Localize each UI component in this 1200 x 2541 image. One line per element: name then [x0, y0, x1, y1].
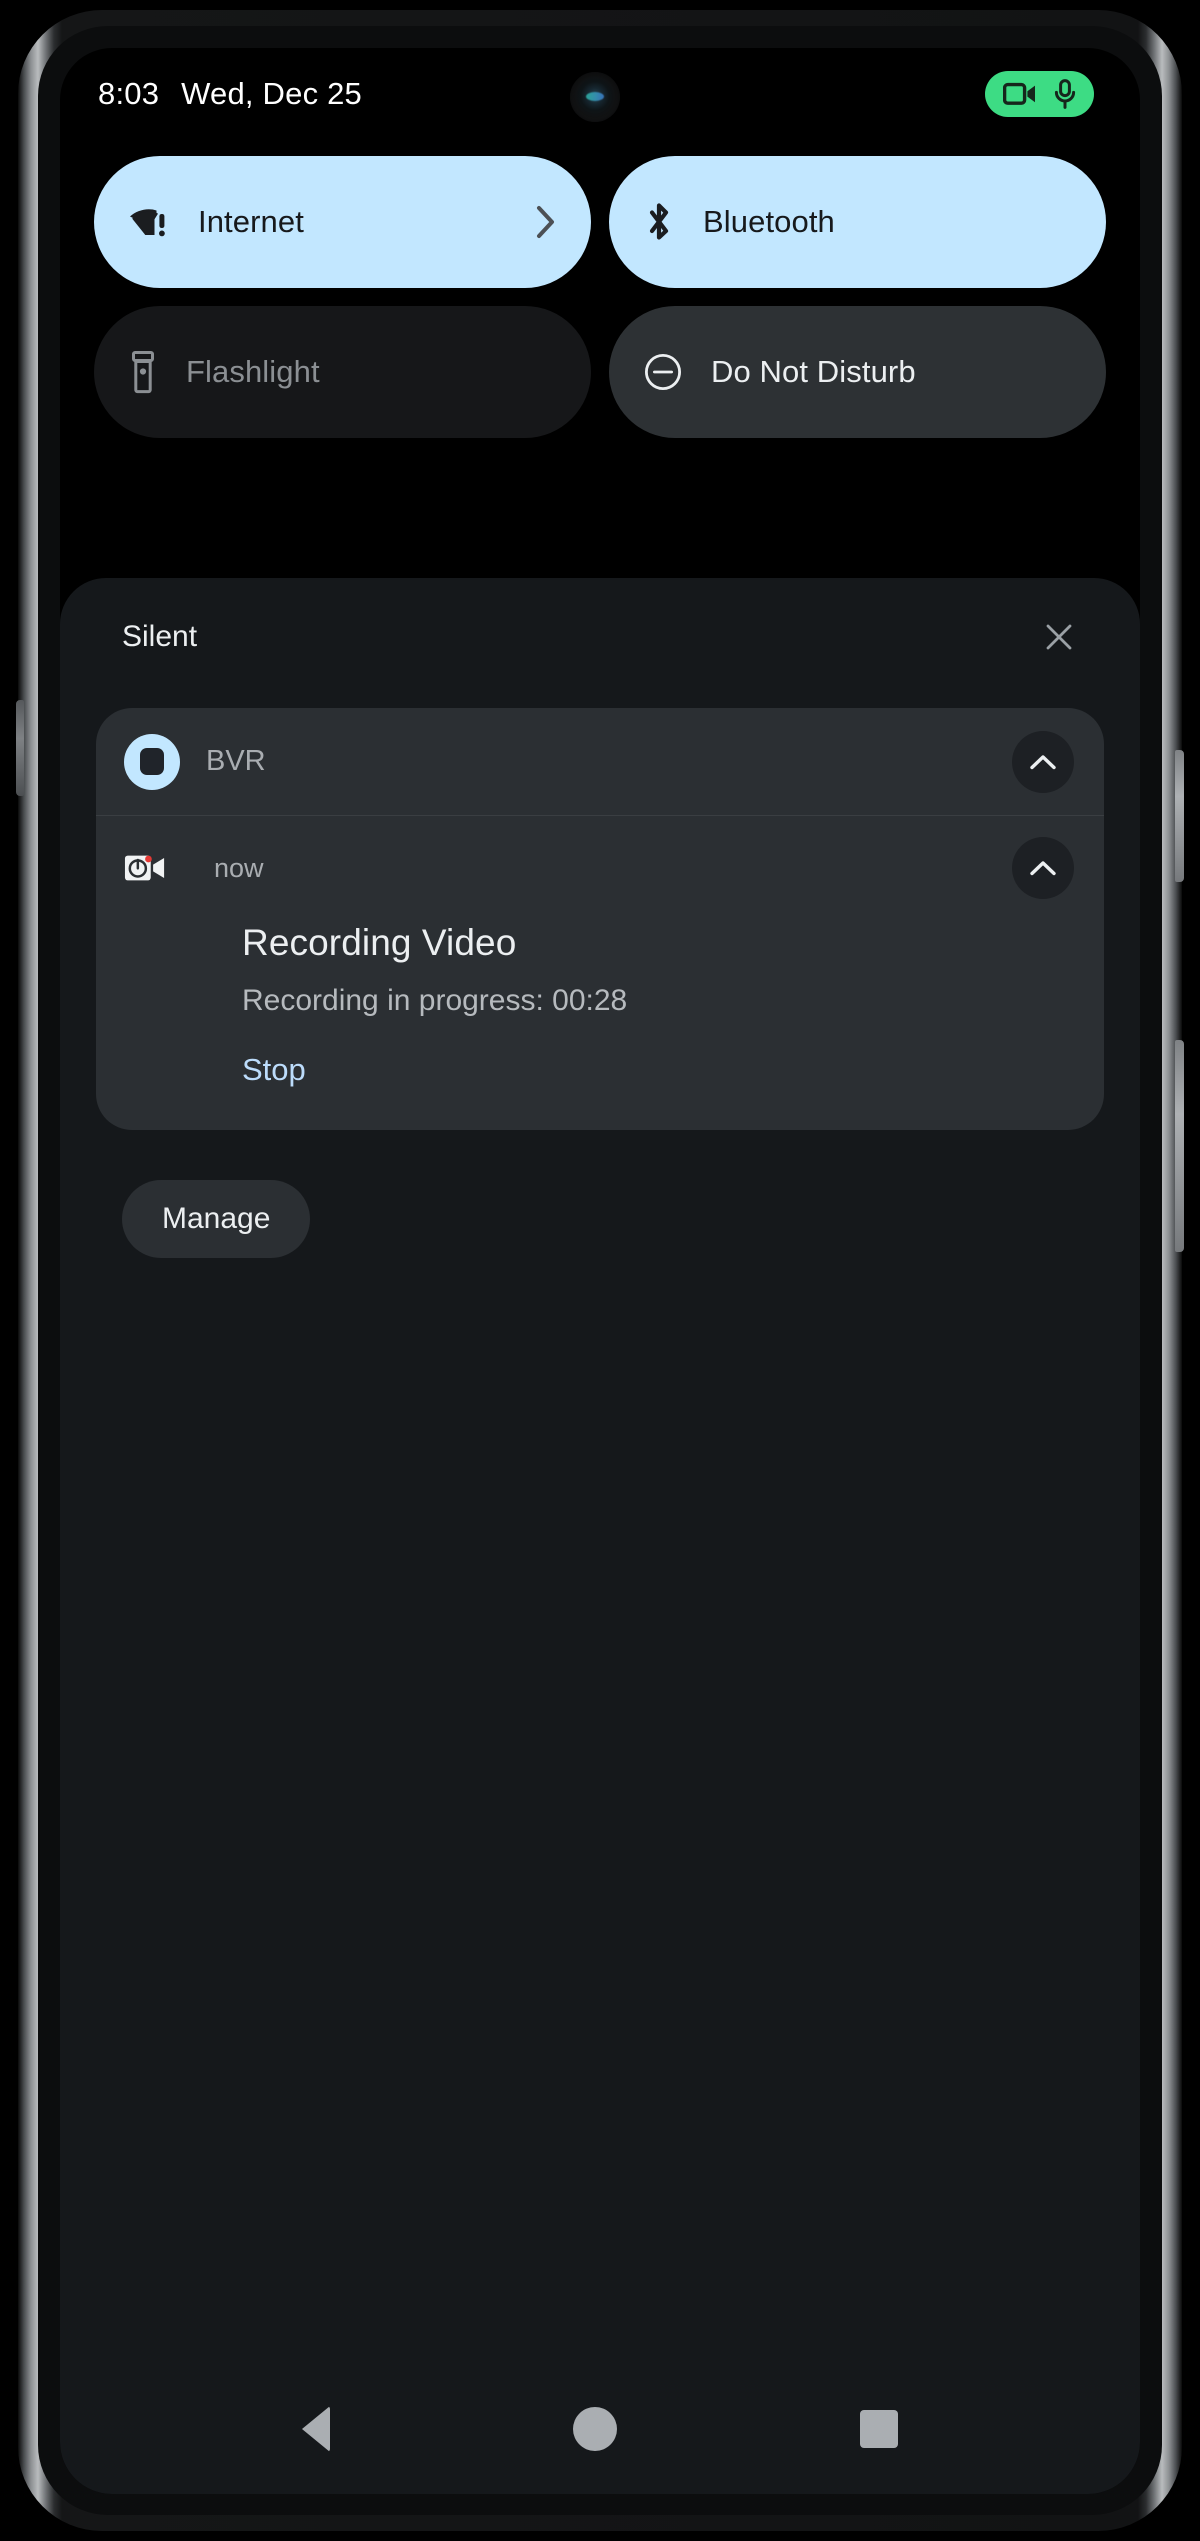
status-bar-date: Wed, Dec 25: [181, 76, 362, 111]
notification-timestamp: now: [214, 852, 264, 883]
notification-body: Recording Video Recording in progress: 0…: [96, 920, 1074, 1130]
wifi-no-internet-icon: [128, 204, 170, 240]
silent-section-title: Silent: [122, 620, 198, 653]
microphone-icon: [1054, 79, 1076, 109]
privacy-indicator-pill[interactable]: [985, 71, 1094, 117]
power-button[interactable]: [1175, 750, 1184, 882]
notification-app-name: BVR: [206, 745, 266, 777]
stop-square-glyph: [140, 748, 164, 775]
silent-section-header: Silent: [60, 578, 1140, 696]
quick-settings-panel: Internet Bluetooth Flashlight Do Not Dis…: [60, 156, 1140, 438]
close-icon[interactable]: [1034, 612, 1084, 662]
qs-tile-flashlight[interactable]: Flashlight: [94, 306, 591, 438]
notification-actions: Stop: [242, 1018, 1074, 1130]
recording-video-icon: [124, 851, 166, 885]
qs-tile-internet-label: Internet: [198, 204, 304, 239]
stop-button[interactable]: Stop: [242, 1052, 306, 1088]
qs-tile-do-not-disturb-label: Do Not Disturb: [711, 354, 916, 389]
qs-tile-bluetooth-label: Bluetooth: [703, 204, 835, 239]
notification-group-bvr[interactable]: BVR now Recording Video Recording in pro…: [96, 708, 1104, 1130]
status-bar-time: 8:03: [98, 76, 160, 111]
flashlight-icon: [128, 350, 158, 394]
notification-title: Recording Video: [242, 922, 517, 963]
qs-tile-flashlight-label: Flashlight: [186, 354, 320, 389]
video-camera-icon: [1003, 81, 1037, 107]
front-camera-punchhole-icon: [570, 72, 620, 122]
notification-recording-video[interactable]: now Recording Video Recording in progres…: [96, 816, 1104, 1130]
volume-rocker-button[interactable]: [1175, 1040, 1184, 1252]
notification-group-header[interactable]: BVR: [96, 708, 1104, 816]
notification-meta-row: now: [96, 816, 1074, 920]
qs-tile-bluetooth[interactable]: Bluetooth: [609, 156, 1106, 288]
phone-screen: 8:03 Wed, Dec 25 Internet Bluetooth Flas…: [60, 48, 1140, 2494]
chevron-up-icon[interactable]: [1012, 730, 1074, 793]
chevron-right-icon[interactable]: [535, 205, 557, 239]
navigation-bar: [60, 2364, 1140, 2494]
notification-shade-panel: Silent BVR now Recording Video Recording…: [60, 578, 1140, 2494]
status-bar-clock-group: 8:03 Wed, Dec 25: [98, 76, 362, 112]
manage-button[interactable]: Manage: [122, 1180, 311, 1258]
sim-tray: [16, 700, 24, 796]
qs-tile-do-not-disturb[interactable]: Do Not Disturb: [609, 306, 1106, 438]
chevron-up-icon[interactable]: [1012, 837, 1074, 899]
home-button[interactable]: [572, 2407, 617, 2451]
do-not-disturb-icon: [643, 352, 683, 392]
phone-frame: 8:03 Wed, Dec 25 Internet Bluetooth Flas…: [16, 10, 1184, 2531]
back-button[interactable]: [301, 2406, 330, 2452]
bluetooth-icon: [643, 200, 675, 244]
bvr-app-icon: [124, 733, 180, 790]
qs-tile-internet[interactable]: Internet: [94, 156, 591, 288]
recents-button[interactable]: [860, 2410, 899, 2448]
notification-text: Recording in progress: 00:28: [242, 984, 628, 1017]
